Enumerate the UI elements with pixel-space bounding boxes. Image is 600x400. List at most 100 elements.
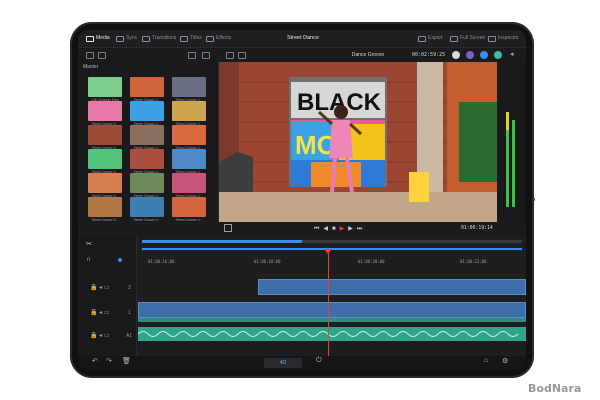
- media-clip-thumbnail[interactable]: [88, 197, 122, 217]
- toolbar-export-label: Export: [428, 35, 443, 41]
- meter-left-peak: [506, 112, 509, 130]
- list-view-icon[interactable]: [86, 52, 94, 59]
- grid-view-icon[interactable]: [98, 52, 106, 59]
- fullscreen-icon: [450, 35, 458, 42]
- effects-icon: [206, 35, 214, 42]
- media-clip-thumbnail[interactable]: [130, 101, 164, 121]
- page-timecode-text: 4Ω: [279, 360, 287, 366]
- playhead-marker[interactable]: [324, 249, 332, 254]
- speaker-icon[interactable]: ◂: [510, 50, 514, 58]
- v1-clip[interactable]: [138, 302, 526, 318]
- toolbar-titles[interactable]: Titles: [180, 30, 202, 47]
- media-clip-thumbnail[interactable]: [88, 173, 122, 193]
- meter-right: [512, 120, 515, 207]
- timeline-overview-clips: [142, 240, 302, 243]
- export-icon: [418, 35, 426, 42]
- safe-area-icon[interactable]: [238, 52, 246, 59]
- playhead[interactable]: [328, 252, 329, 356]
- v2-clip[interactable]: [258, 279, 526, 295]
- toolbar-inspector-label: Inspector: [498, 35, 519, 41]
- audio-icon[interactable]: [480, 51, 488, 59]
- transport-controls[interactable]: ⏮◀■▶▶⏭: [314, 225, 366, 233]
- toolbar-inspector[interactable]: Inspector: [488, 30, 519, 47]
- track-v2-label: 2: [128, 285, 131, 291]
- viewer-mode-icon[interactable]: [226, 52, 234, 59]
- fx-icon[interactable]: [466, 51, 474, 59]
- a1-audio-clip[interactable]: [137, 327, 526, 341]
- bottom-toolbar: [78, 356, 526, 370]
- color-wheel-icon[interactable]: [452, 51, 460, 59]
- v1-audio-strip: [138, 318, 526, 322]
- ruler-label-2: 01:00:18:00: [254, 259, 281, 264]
- toolbar-transitions[interactable]: Transitions: [142, 30, 176, 47]
- undo-icon[interactable]: ↶: [92, 357, 98, 365]
- audio-meters: [498, 62, 526, 222]
- viewer-clip-title: Dance Groove: [351, 52, 385, 58]
- toolbar-sync[interactable]: Sync: [116, 30, 137, 47]
- toolbar-effects[interactable]: Effects: [206, 30, 231, 47]
- toolbar-transitions-label: Transitions: [152, 35, 177, 41]
- media-clip-thumbnail[interactable]: [88, 101, 122, 121]
- redo-icon[interactable]: ↷: [106, 357, 112, 365]
- watermark: BodNara: [528, 382, 582, 395]
- power-icon[interactable]: ⏻: [316, 357, 322, 365]
- transitions-icon: [142, 35, 150, 42]
- sort-icon[interactable]: [188, 52, 196, 59]
- track-v1-controls[interactable]: 🔒 ◂ ▭: [90, 309, 110, 316]
- toolbar-fullscreen[interactable]: Full Screen: [450, 30, 485, 47]
- track-v1-label: 1: [128, 310, 131, 316]
- media-clip-thumbnail[interactable]: [130, 77, 164, 97]
- video-viewer[interactable]: BLACK MO: [219, 62, 497, 222]
- media-clip-label: Street Dance 0...: [175, 218, 203, 222]
- video-track-icon[interactable]: [494, 51, 502, 59]
- media-clip-thumbnail[interactable]: [88, 125, 122, 145]
- media-clip-thumbnail[interactable]: [172, 101, 206, 121]
- media-clip-thumbnail[interactable]: [130, 173, 164, 193]
- settings-gear-icon[interactable]: ⚙: [502, 357, 508, 365]
- media-clip-thumbnail[interactable]: [130, 197, 164, 217]
- media-clip-thumbnail[interactable]: [172, 173, 206, 193]
- media-clip-label: Street Dance 0...: [91, 218, 119, 222]
- viewer-timecode-top: 00:02:59:25: [412, 52, 446, 58]
- media-clip-thumbnail[interactable]: [172, 77, 206, 97]
- ruler-label-3: 01:00:20:00: [358, 259, 385, 264]
- project-title: Street Dance: [286, 35, 320, 41]
- media-icon: [86, 35, 94, 42]
- media-clip-label: Street Dance 0...: [133, 218, 161, 222]
- audio-waveform: [137, 331, 519, 337]
- home-icon[interactable]: ⌂: [484, 357, 488, 364]
- media-clip-thumbnail[interactable]: [130, 125, 164, 145]
- toolbar-effects-label: Effects: [216, 35, 232, 41]
- media-pool-bin-label: Master: [83, 64, 99, 70]
- track-a1-controls[interactable]: 🔒 ◂ ▭: [90, 332, 110, 339]
- inspector-icon: [488, 35, 496, 42]
- ruler-label-1: 01:00:16:00: [148, 259, 175, 264]
- toolbar-media-label: Media: [96, 35, 110, 41]
- snap-tool-icon[interactable]: ∩: [86, 256, 91, 263]
- toolbar-fullscreen-label: Full Screen: [460, 35, 486, 41]
- track-a1-label: A1: [126, 333, 133, 339]
- media-clip-thumbnail[interactable]: [172, 197, 206, 217]
- media-clip-thumbnail[interactable]: [172, 125, 206, 145]
- media-clip-thumbnail[interactable]: [88, 149, 122, 169]
- search-icon[interactable]: [202, 52, 210, 59]
- toolbar-sync-label: Sync: [126, 35, 138, 41]
- toolbar-titles-label: Titles: [190, 35, 202, 41]
- blade-tool-icon[interactable]: ✂: [86, 240, 92, 248]
- sync-icon: [116, 35, 124, 42]
- page-timecode[interactable]: 4Ω: [264, 358, 302, 368]
- toolbar-export[interactable]: Export: [418, 30, 442, 47]
- timeline-zoom-bar[interactable]: [142, 248, 522, 250]
- viewer-timecode-bottom: 01:00:19:14: [461, 226, 493, 231]
- link-tool-icon[interactable]: [118, 258, 122, 262]
- media-clip-thumbnail[interactable]: [88, 77, 122, 97]
- delete-icon[interactable]: 🗑: [122, 357, 131, 365]
- camera-dot: [532, 198, 535, 201]
- track-v2-controls[interactable]: 🔒 ◂ ▭: [90, 284, 110, 291]
- media-clip-thumbnail[interactable]: [130, 149, 164, 169]
- toolbar-media[interactable]: Media: [86, 30, 110, 47]
- titles-icon: [180, 35, 188, 42]
- clip-view-icon[interactable]: [224, 224, 232, 232]
- ruler-label-4: 01:00:22:00: [460, 259, 487, 264]
- media-clip-thumbnail[interactable]: [172, 149, 206, 169]
